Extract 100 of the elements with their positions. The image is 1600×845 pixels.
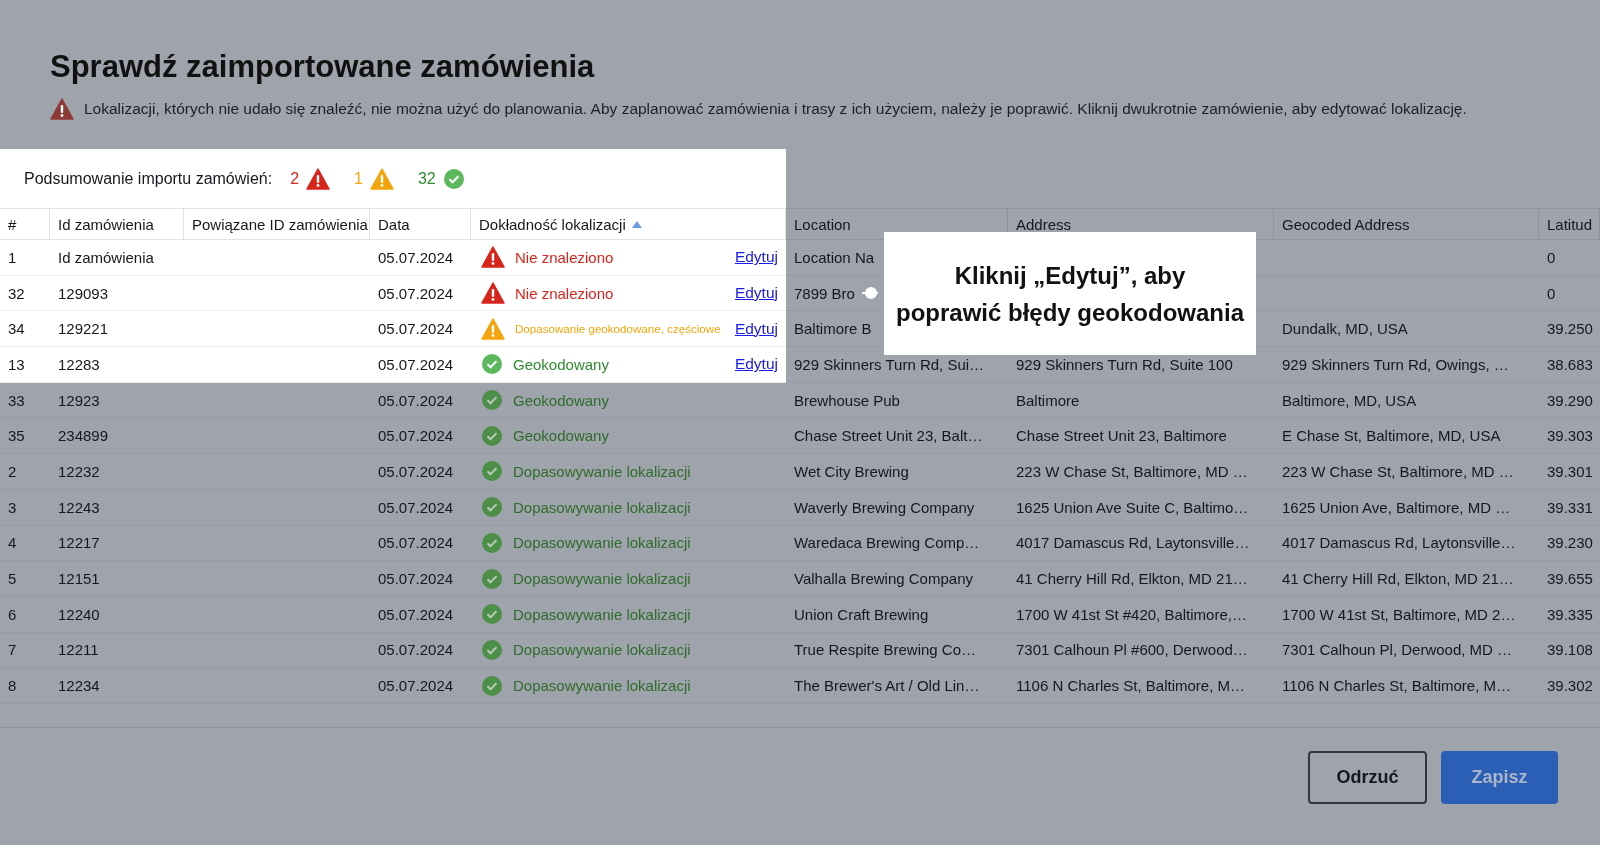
column-header[interactable]: #: [0, 208, 50, 240]
count-label: 2: [290, 169, 300, 188]
table-cell: 1106 N Charles St, Baltimore, M…: [1274, 668, 1539, 704]
check-circle-icon: [481, 424, 503, 447]
table-cell: 05.07.2024: [370, 525, 471, 562]
table-cell: 05.07.2024: [370, 382, 471, 419]
warning-triangle-icon: [481, 246, 505, 269]
column-header[interactable]: Powiązane ID zamówienia: [184, 208, 370, 240]
table-cell: Dopasowywanie lokalizacji: [471, 632, 786, 669]
table-cell: 2: [0, 454, 50, 490]
table-cell: Dopasowywanie lokalizacji: [471, 596, 786, 633]
table-cell: Baltimore, MD, USA: [1274, 382, 1539, 419]
table-cell: 39.301: [1539, 454, 1600, 490]
table-cell: 929 Skinners Turn Rd, Owings, …: [1274, 347, 1539, 383]
table-cell: 39.303: [1539, 418, 1600, 455]
table-cell: 0: [1539, 275, 1600, 312]
table-cell: True Respite Brewing Co…: [786, 632, 1008, 669]
warning-message: Lokalizacji, których nie udało się znaleźć, nie można użyć do planowania. Aby zaplanować zamówienia i trasy z ich użyciem, należy je poprawić. Kliknij dwukrotnie zamówienie, aby edytować lokalizację.: [84, 100, 1467, 118]
table-cell: Valhalla Brewing Company: [786, 561, 1008, 597]
table-cell: Id zamówienia: [50, 240, 184, 276]
table-cell: 12217: [50, 525, 184, 562]
dialog-title: Sprawdź zaimportowane zamówienia: [50, 48, 596, 86]
table-cell: 12151: [50, 561, 184, 597]
table-cell: 05.07.2024: [370, 240, 471, 276]
table-cell: 129221: [50, 311, 184, 348]
check-circle-icon: [481, 603, 503, 626]
table-cell: Nie znaleziono Edytuj: [471, 240, 786, 276]
table-cell: 1625 Union Ave Suite C, Baltimo…: [1008, 489, 1274, 526]
edit-link[interactable]: Edytuj: [734, 284, 778, 303]
table-cell: Dopasowanie geokodowane, częściowe Edytuj: [471, 311, 786, 348]
discard-button[interactable]: Odrzuć: [1308, 751, 1427, 804]
warning-triangle-icon: [50, 98, 74, 120]
table-cell: Wet City Brewing: [786, 454, 1008, 490]
table-cell: 1106 N Charles St, Baltimore, M…: [1008, 668, 1274, 704]
table-cell: 12240: [50, 596, 184, 633]
table-cell: 33: [0, 382, 50, 419]
summary-label: Podsumowanie importu zamówień:: [24, 169, 273, 188]
table-cell: 05.07.2024: [370, 418, 471, 455]
table-cell: Baltimore: [1008, 382, 1274, 419]
table-cell: 05.07.2024: [370, 454, 471, 490]
warning-triangle-icon: [369, 167, 394, 190]
table-cell: 12243: [50, 489, 184, 526]
table-cell: Dopasowywanie lokalizacji: [471, 489, 786, 526]
table-cell: Waverly Brewing Company: [786, 489, 1008, 526]
edit-link[interactable]: Edytuj: [734, 355, 778, 374]
table-cell: Dopasowywanie lokalizacji: [471, 454, 786, 490]
warning-triangle-icon: [481, 282, 505, 305]
table-cell: Geokodowany: [471, 418, 786, 455]
table-cell: 12234: [50, 668, 184, 704]
table-cell: 3: [0, 489, 50, 526]
table-cell: 12211: [50, 632, 184, 669]
edit-link[interactable]: Edytuj: [734, 319, 778, 338]
table-cell: Dopasowywanie lokalizacji: [471, 525, 786, 562]
table-cell: 12232: [50, 454, 184, 490]
table-cell: 05.07.2024: [370, 311, 471, 348]
table-cell: 13: [0, 347, 50, 383]
table-cell: Union Craft Brewing: [786, 596, 1008, 633]
check-circle-icon: [481, 567, 503, 590]
table-cell: 41 Cherry Hill Rd, Elkton, MD 21…: [1008, 561, 1274, 597]
table-cell: 34: [0, 311, 50, 348]
table-cell: 35: [0, 418, 50, 455]
table-cell: The Brewer's Art / Old Lin…: [786, 668, 1008, 704]
table-cell: Chase Street Unit 23, Balt…: [786, 418, 1008, 455]
check-circle-icon: [481, 638, 503, 661]
table-cell: 05.07.2024: [370, 489, 471, 526]
table-cell: Waredaca Brewing Comp…: [786, 525, 1008, 562]
table-cell: 1: [0, 240, 50, 276]
column-header[interactable]: Dokładność lokalizacji: [471, 208, 786, 240]
table-cell: Geokodowany: [471, 382, 786, 419]
warning-triangle-icon: [481, 317, 505, 340]
table-cell: Dundalk, MD, USA: [1274, 311, 1539, 348]
table-cell: 8: [0, 668, 50, 704]
table-cell: 05.07.2024: [370, 632, 471, 669]
table-cell: 1625 Union Ave, Baltimore, MD …: [1274, 489, 1539, 526]
table-cell: Geokodowany Edytuj: [471, 347, 786, 383]
column-header[interactable]: Data: [370, 208, 471, 240]
table-cell: 7301 Calhoun Pl #600, Derwood…: [1008, 632, 1274, 669]
table-cell: 0: [1539, 240, 1600, 276]
table-cell: 7301 Calhoun Pl, Derwood, MD …: [1274, 632, 1539, 669]
table-cell: 39.335: [1539, 596, 1600, 633]
table-cell: 234899: [50, 418, 184, 455]
table-cell: 4017 Damascus Rd, Laytonsville…: [1008, 525, 1274, 562]
check-circle-icon: [481, 674, 503, 697]
table-cell: Dopasowywanie lokalizacji: [471, 668, 786, 704]
check-circle-icon: [481, 353, 503, 376]
table-cell: 7: [0, 632, 50, 669]
table-cell: 32: [0, 275, 50, 312]
column-header[interactable]: Geocoded Address: [1274, 208, 1539, 240]
table-cell: 223 W Chase St, Baltimore, MD …: [1008, 454, 1274, 490]
column-header[interactable]: Latitud: [1539, 208, 1600, 240]
table-cell: 05.07.2024: [370, 275, 471, 312]
table-cell: 1700 W 41st St, Baltimore, MD 2…: [1274, 596, 1539, 633]
table-cell: 4017 Damascus Rd, Laytonsville…: [1274, 525, 1539, 562]
table-cell: Nie znaleziono Edytuj: [471, 275, 786, 312]
edit-link[interactable]: Edytuj: [734, 248, 778, 267]
table-cell: 39.655: [1539, 561, 1600, 597]
warning-triangle-icon: [306, 167, 331, 190]
column-header[interactable]: Id zamówienia: [50, 208, 184, 240]
table-cell: 05.07.2024: [370, 596, 471, 633]
table-cell: 39.290: [1539, 382, 1600, 419]
